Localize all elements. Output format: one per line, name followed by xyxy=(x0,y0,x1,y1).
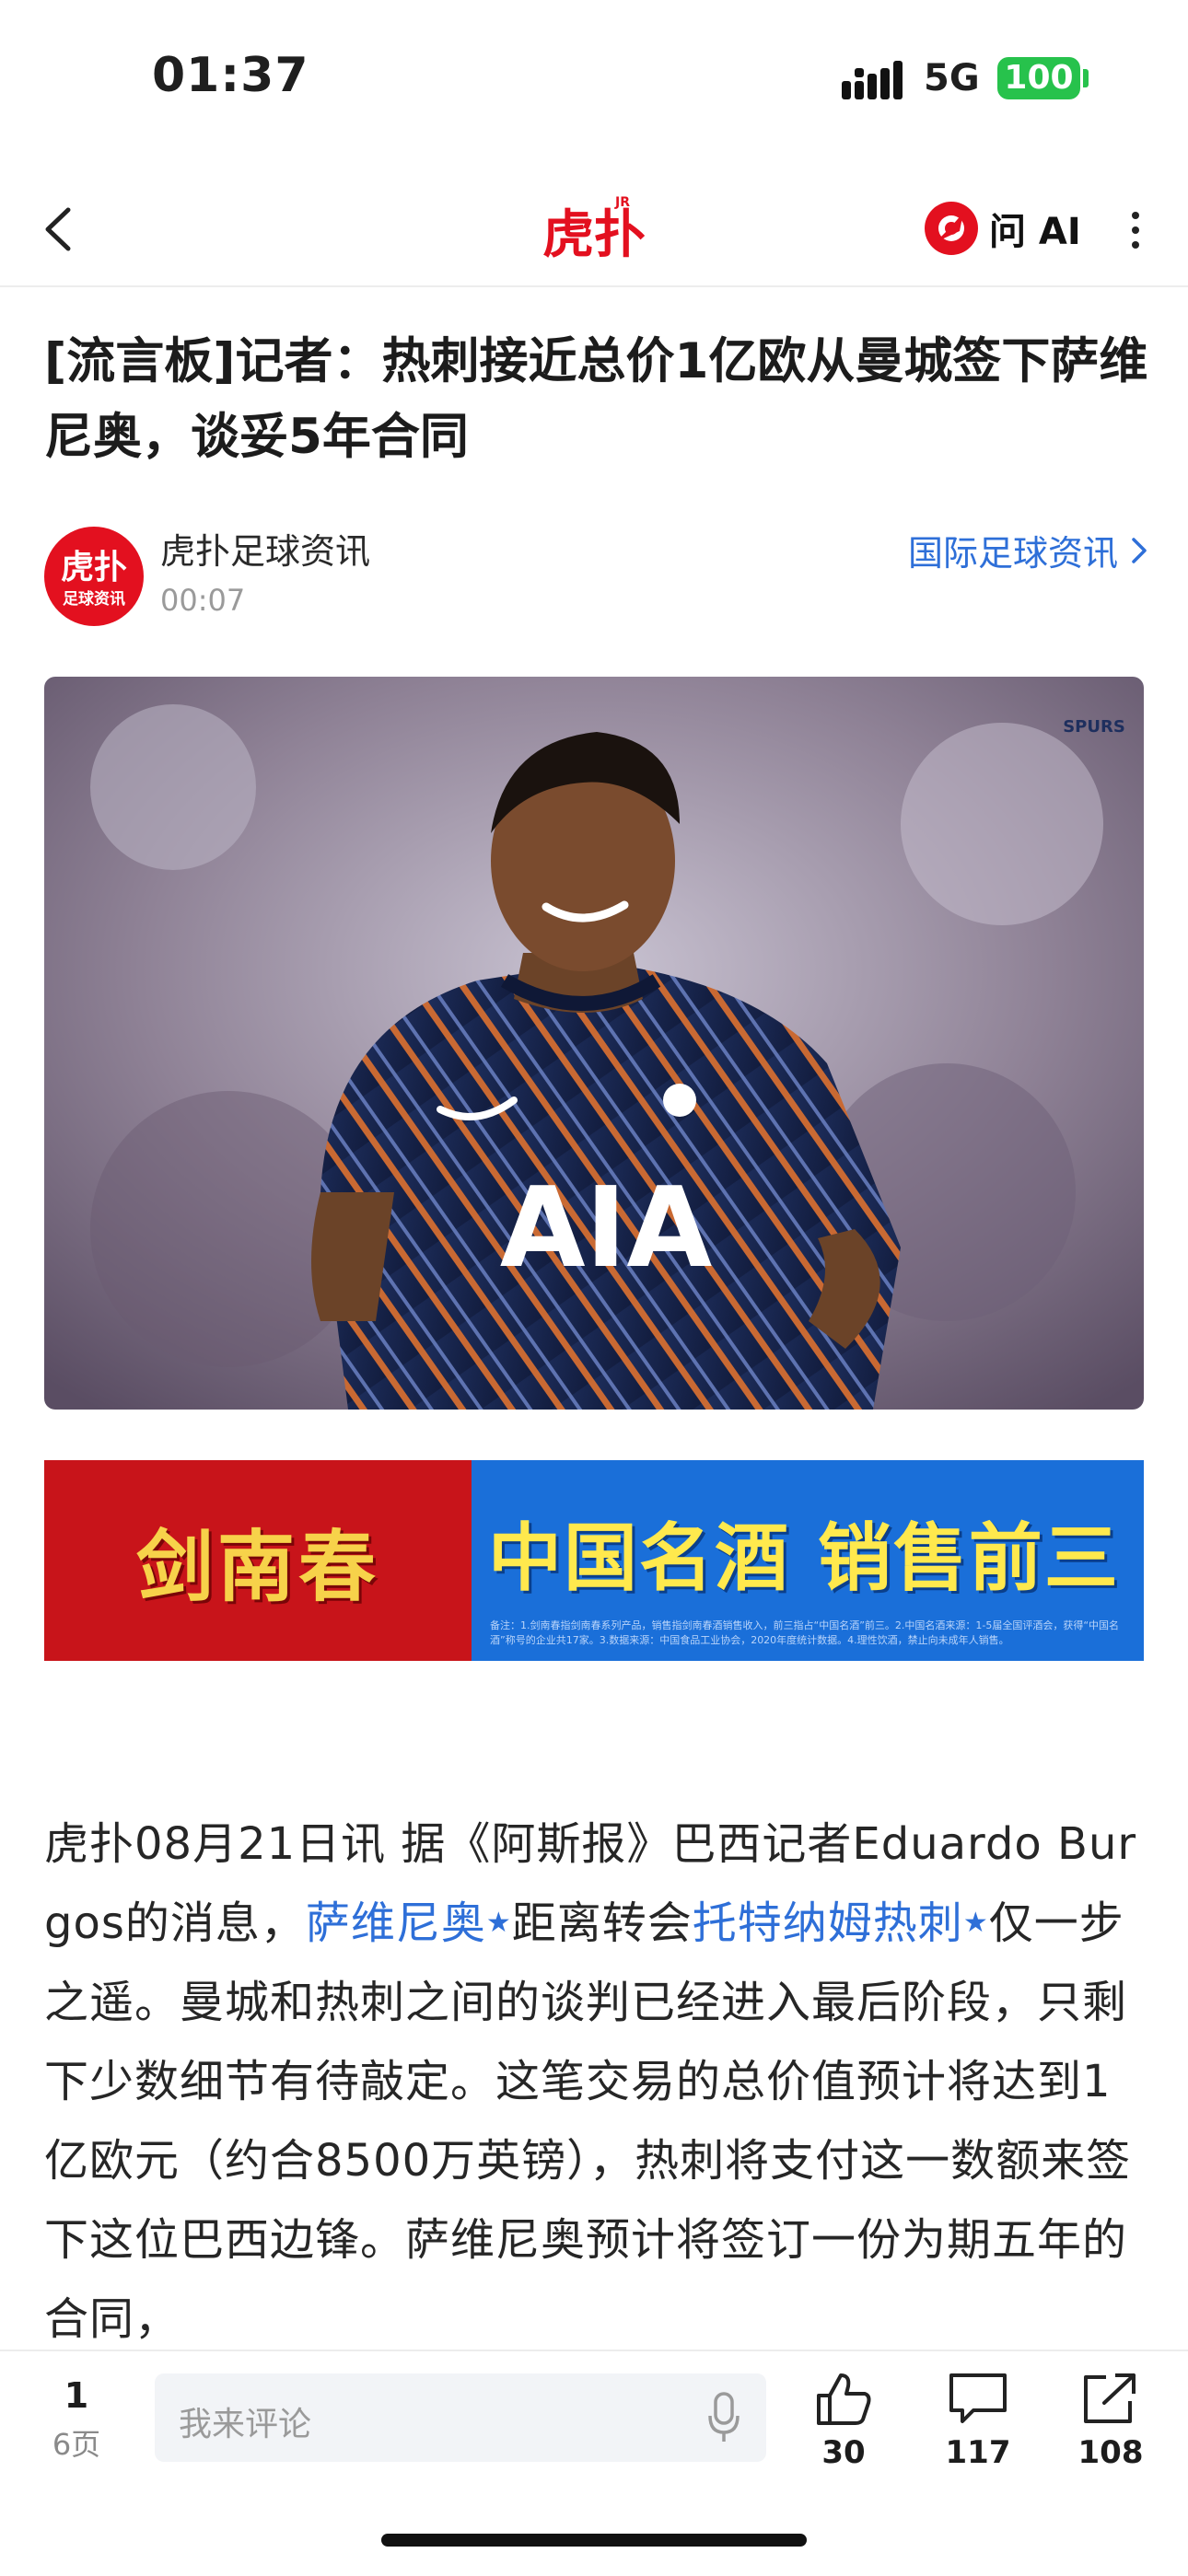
share-count: 108 xyxy=(1077,2434,1144,2471)
category-link[interactable]: 国际足球资讯 xyxy=(908,525,1149,575)
hupu-logo-mark: 虎扑 JR xyxy=(542,195,646,265)
more-icon[interactable] xyxy=(1122,203,1149,258)
ad-slogan-panel: 中国名酒 销售前三 备注：1.剑南春指剑南春系列产品，销售指剑南春酒销售收入，前… xyxy=(472,1460,1144,1661)
comment-icon xyxy=(949,2373,1007,2423)
signal-icon xyxy=(842,61,903,99)
battery-level: 100 xyxy=(997,57,1080,99)
star-icon: ★ xyxy=(962,1907,989,1939)
ad-banner[interactable]: 剑南春 中国名酒 销售前三 备注：1.剑南春指剑南春系列产品，销售指剑南春酒销售… xyxy=(44,1460,1144,1661)
category-label: 国际足球资讯 xyxy=(907,533,1118,574)
star-icon: ★ xyxy=(485,1907,512,1939)
player-link[interactable]: 萨维尼奥 xyxy=(306,1897,486,1949)
ad-brand: 剑南春 xyxy=(135,1520,379,1612)
back-icon[interactable] xyxy=(35,197,90,261)
microphone-icon[interactable] xyxy=(705,2390,742,2445)
team-link[interactable]: 托特纳姆热刺 xyxy=(693,1897,963,1949)
like-count: 30 xyxy=(821,2434,866,2471)
spurs-logo-text: SPURS xyxy=(1063,717,1125,737)
comment-button[interactable]: 117 xyxy=(932,2370,1024,2471)
status-bar: 01:37 5G 100 xyxy=(0,0,1188,157)
share-button[interactable]: 108 xyxy=(1065,2370,1157,2471)
logo-sup: JR xyxy=(614,195,630,210)
ad-brand-panel: 剑南春 xyxy=(44,1460,472,1661)
avatar-logo: 虎扑 足球资讯 xyxy=(61,548,127,609)
comment-placeholder: 我来评论 xyxy=(179,2406,312,2443)
like-button[interactable]: 30 xyxy=(798,2370,890,2471)
body-text-2: 距离转会 xyxy=(511,1897,693,1949)
article-title: [流言板]记者：热刺接近总价1亿欧从曼城签下萨维尼奥，谈妥5年合同 xyxy=(44,333,1148,465)
network-type: 5G xyxy=(924,57,980,99)
current-page: 1 xyxy=(64,2375,89,2416)
thumbs-up-icon xyxy=(817,2373,871,2425)
status-time: 01:37 xyxy=(152,48,309,103)
comment-count: 117 xyxy=(945,2434,1011,2471)
total-pages: 6页 xyxy=(52,2427,101,2462)
author-name[interactable]: 虎扑足球资讯 xyxy=(160,523,370,574)
comment-input[interactable]: 我来评论 xyxy=(155,2373,766,2462)
ad-slogan: 中国名酒 销售前三 xyxy=(488,1515,1120,1601)
body-text-3: 仅一步之遥。曼城和热刺之间的谈判已经进入最后阶段，只剩下少数细节有待敲定。这笔交… xyxy=(44,1897,1132,2345)
home-indicator[interactable] xyxy=(381,2534,807,2547)
svg-text:足球资讯: 足球资讯 xyxy=(63,589,125,609)
ai-icon xyxy=(925,202,978,255)
ad-fine-print: 备注：1.剑南春指剑南春系列产品，销售指剑南春酒销售收入，前三指占“中国名酒”前… xyxy=(490,1619,1120,1646)
ai-label: 问 AI xyxy=(989,211,1081,253)
article-image[interactable]: AIA SPURS xyxy=(44,677,1144,1410)
publish-time: 00:07 xyxy=(160,583,246,618)
ask-ai-button[interactable]: 问 AI xyxy=(923,191,1081,265)
author-row: 虎扑 足球资讯 虎扑足球资讯 00:07 国际足球资讯 xyxy=(44,523,1149,633)
chevron-right-icon xyxy=(1132,537,1147,563)
battery-tip xyxy=(1083,69,1089,87)
top-nav-bar: 虎扑 JR 问 AI xyxy=(0,175,1188,287)
article-body: 虎扑08月21日讯 据《阿斯报》巴西记者Eduardo Burgos的消息，萨维… xyxy=(44,1804,1149,2359)
share-icon xyxy=(1084,2373,1136,2423)
page-indicator[interactable]: 1 6页 xyxy=(44,2375,109,2464)
svg-text:虎扑: 虎扑 xyxy=(61,548,127,586)
jersey-text: AIA xyxy=(500,1165,713,1293)
player-photo: AIA SPURS xyxy=(44,677,1144,1410)
logo-text: 虎扑 xyxy=(543,204,645,265)
hupu-logo: 虎扑 JR xyxy=(542,188,646,271)
author-avatar[interactable]: 虎扑 足球资讯 xyxy=(44,527,144,626)
